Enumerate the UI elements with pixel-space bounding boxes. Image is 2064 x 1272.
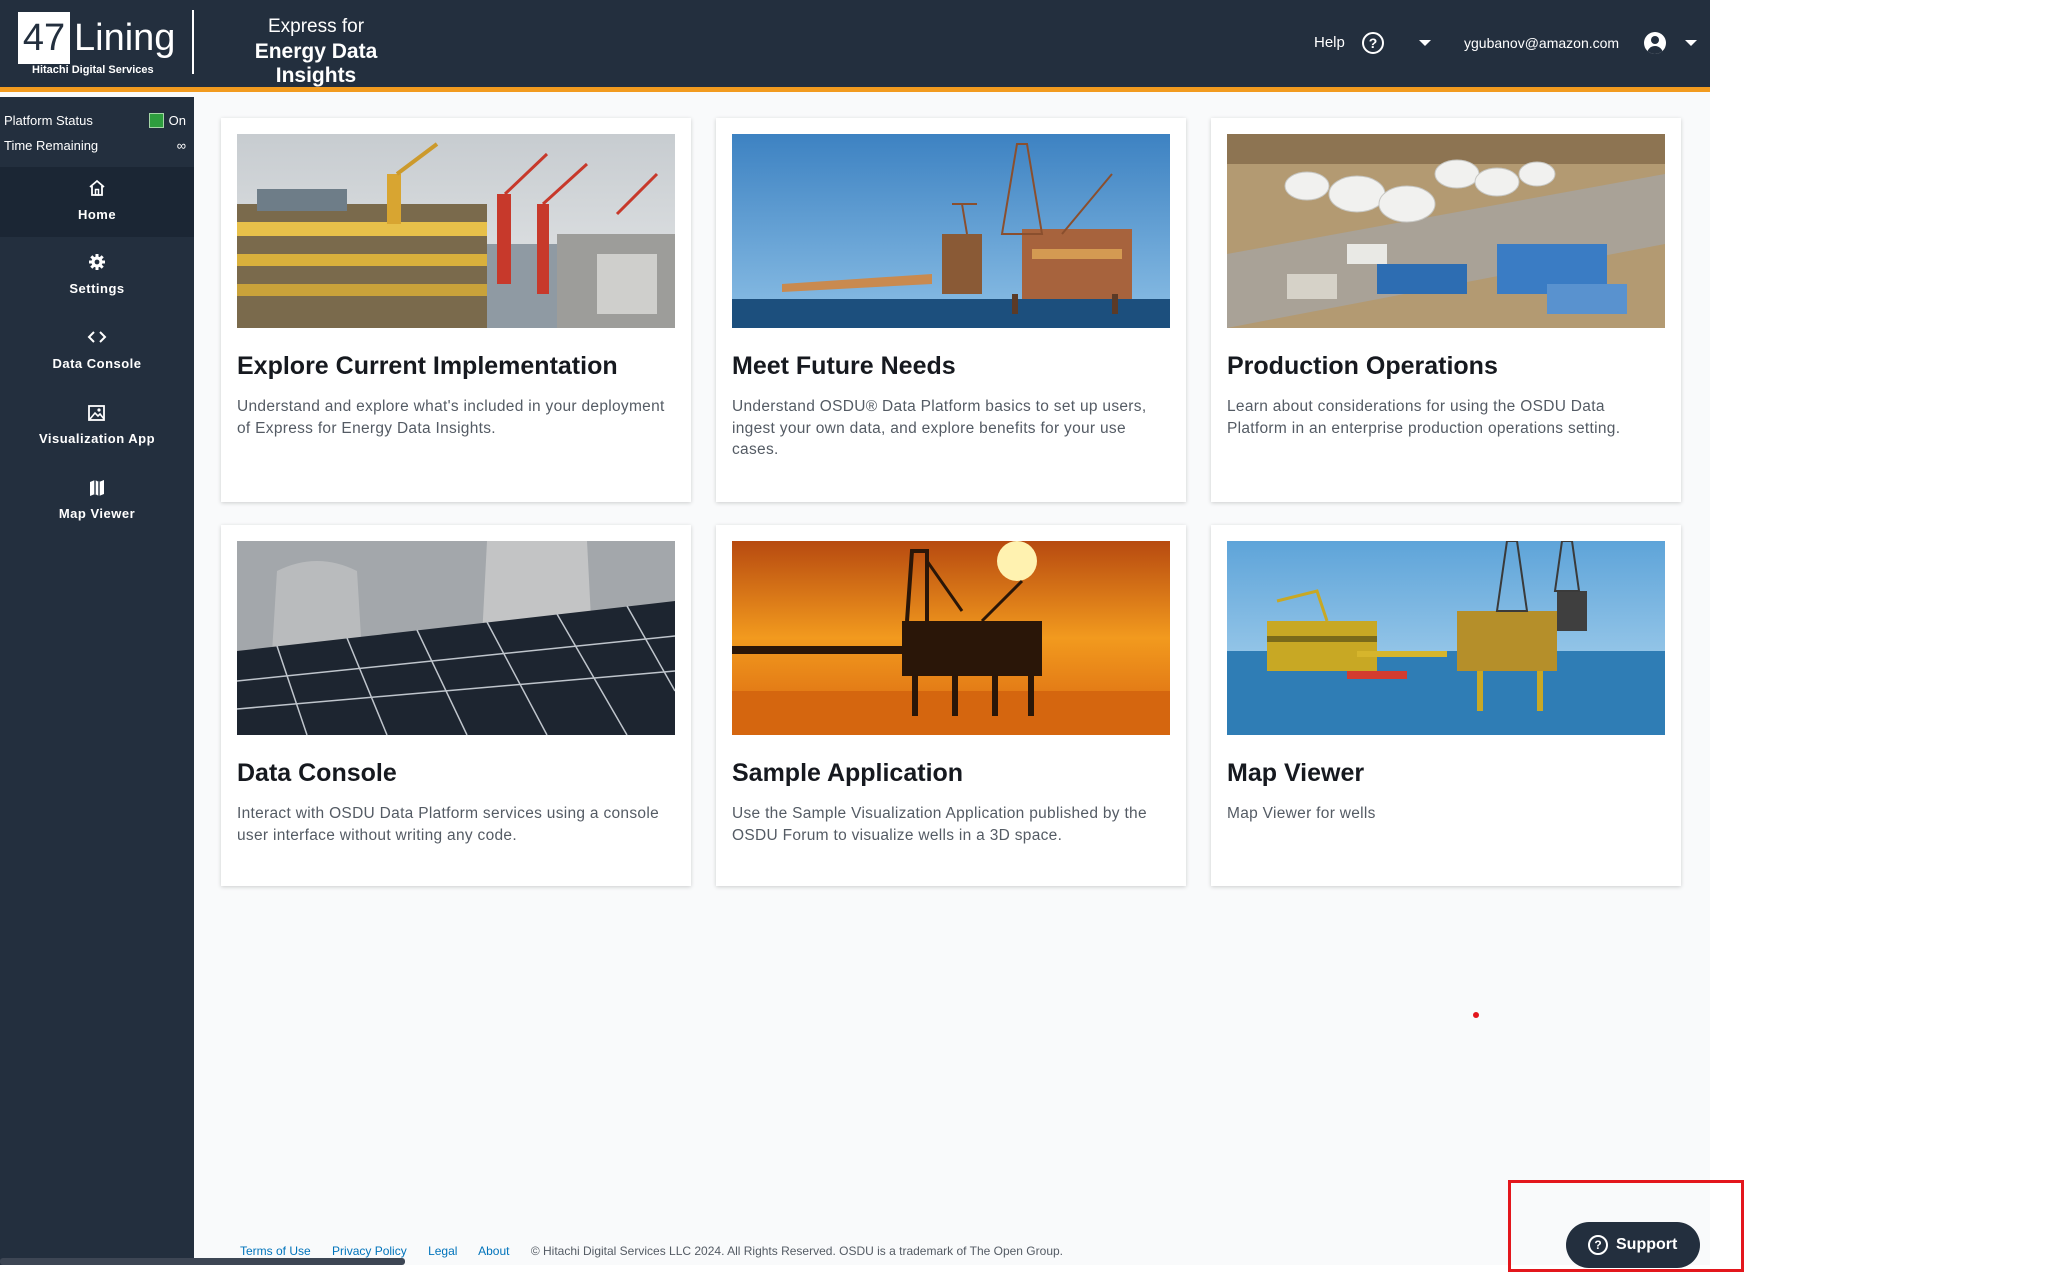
footer-link-terms[interactable]: Terms of Use	[240, 1244, 311, 1258]
cursor-marker	[1473, 1012, 1479, 1018]
card-title: Data Console	[237, 759, 397, 787]
gear-icon	[85, 253, 109, 275]
footer-link-about[interactable]: About	[478, 1244, 509, 1258]
card-title: Map Viewer	[1227, 759, 1365, 787]
card-image	[1227, 134, 1665, 328]
footer-link-privacy[interactable]: Privacy Policy	[332, 1244, 407, 1258]
code-icon	[85, 328, 109, 350]
user-avatar-head	[1651, 36, 1659, 44]
card-image	[237, 134, 675, 328]
sidebar-item-visualization-app[interactable]: Visualization App	[0, 391, 194, 461]
card-production-operations[interactable]: Production Operations Learn about consid…	[1211, 118, 1681, 502]
user-dropdown-caret-icon[interactable]	[1685, 40, 1697, 46]
platform-status-row: Platform Status On	[4, 113, 186, 128]
home-icon	[85, 179, 109, 201]
card-image	[1227, 541, 1665, 735]
card-data-console[interactable]: Data Console Interact with OSDU Data Pla…	[221, 525, 691, 886]
card-description: Interact with OSDU Data Platform service…	[237, 805, 659, 844]
status-indicator-icon	[148, 113, 164, 128]
map-icon	[85, 478, 109, 500]
card-title: Meet Future Needs	[732, 352, 956, 380]
time-remaining-value: ∞	[176, 138, 186, 153]
sidebar-item-label: Settings	[69, 281, 125, 296]
card-description: Understand and explore what's included i…	[237, 398, 665, 437]
user-avatar-body	[1647, 46, 1663, 54]
card-description: Understand OSDU® Data Platform basics to…	[732, 398, 1147, 458]
header-divider	[192, 10, 194, 74]
brand-logo[interactable]: 47 Lining Hitachi Digital Services	[18, 12, 175, 76]
product-name-line2: Energy Data Insights	[254, 40, 378, 87]
platform-status-text: On	[168, 113, 186, 128]
sidebar-item-label: Home	[77, 207, 117, 222]
support-highlight-box	[1508, 1180, 1744, 1272]
card-description: Map Viewer for wells	[1227, 805, 1376, 822]
card-title: Sample Application	[732, 759, 964, 787]
platform-status-value: On	[148, 113, 186, 128]
help-icon[interactable]: ?	[1362, 32, 1384, 54]
logo-number: 47	[18, 12, 70, 64]
time-remaining-row: Time Remaining ∞	[4, 138, 186, 153]
sidebar-item-settings[interactable]: Settings	[0, 241, 194, 311]
product-name-line1: Express for	[267, 16, 365, 37]
sidebar: Platform Status On Time Remaining ∞ Home…	[0, 97, 194, 1265]
card-meet-future-needs[interactable]: Meet Future Needs Understand OSDU® Data …	[716, 118, 1186, 502]
sidebar-item-label: Visualization App	[38, 431, 156, 446]
card-map-viewer[interactable]: Map Viewer Map Viewer for wells	[1211, 525, 1681, 886]
card-description: Use the Sample Visualization Application…	[732, 805, 1147, 844]
card-explore-current-implementation[interactable]: Explore Current Implementation Understan…	[221, 118, 691, 502]
card-image	[237, 541, 675, 735]
footer: Terms of Use Privacy Policy Legal About …	[240, 1244, 1063, 1258]
logo-name: Lining	[74, 17, 176, 59]
status-bar-tooltip	[0, 1258, 405, 1265]
card-title: Production Operations	[1227, 352, 1498, 380]
image-icon	[85, 403, 109, 425]
sidebar-item-map-viewer[interactable]: Map Viewer	[0, 466, 194, 536]
footer-link-legal[interactable]: Legal	[428, 1244, 457, 1258]
sidebar-item-label: Map Viewer	[58, 506, 136, 521]
user-avatar-icon[interactable]	[1644, 32, 1666, 54]
sidebar-item-label: Data Console	[52, 356, 142, 371]
sidebar-item-home[interactable]: Home	[0, 167, 194, 237]
help-menu-label[interactable]: Help	[1314, 34, 1345, 51]
footer-copyright: © Hitachi Digital Services LLC 2024. All…	[530, 1244, 1063, 1258]
top-header: 47 Lining Hitachi Digital Services Expre…	[0, 0, 1710, 92]
platform-status-label: Platform Status	[4, 113, 93, 128]
help-dropdown-caret-icon[interactable]	[1419, 40, 1431, 46]
card-image	[732, 541, 1170, 735]
card-image	[732, 134, 1170, 328]
logo-subtitle: Hitachi Digital Services	[32, 64, 154, 76]
card-sample-application[interactable]: Sample Application Use the Sample Visual…	[716, 525, 1186, 886]
card-title: Explore Current Implementation	[237, 352, 618, 380]
sidebar-item-data-console[interactable]: Data Console	[0, 316, 194, 386]
app-root: 47 Lining Hitachi Digital Services Expre…	[0, 0, 1710, 1265]
user-email[interactable]: ygubanov@amazon.com	[1464, 35, 1619, 51]
time-remaining-label: Time Remaining	[4, 138, 99, 153]
card-description: Learn about considerations for using the…	[1227, 398, 1621, 437]
